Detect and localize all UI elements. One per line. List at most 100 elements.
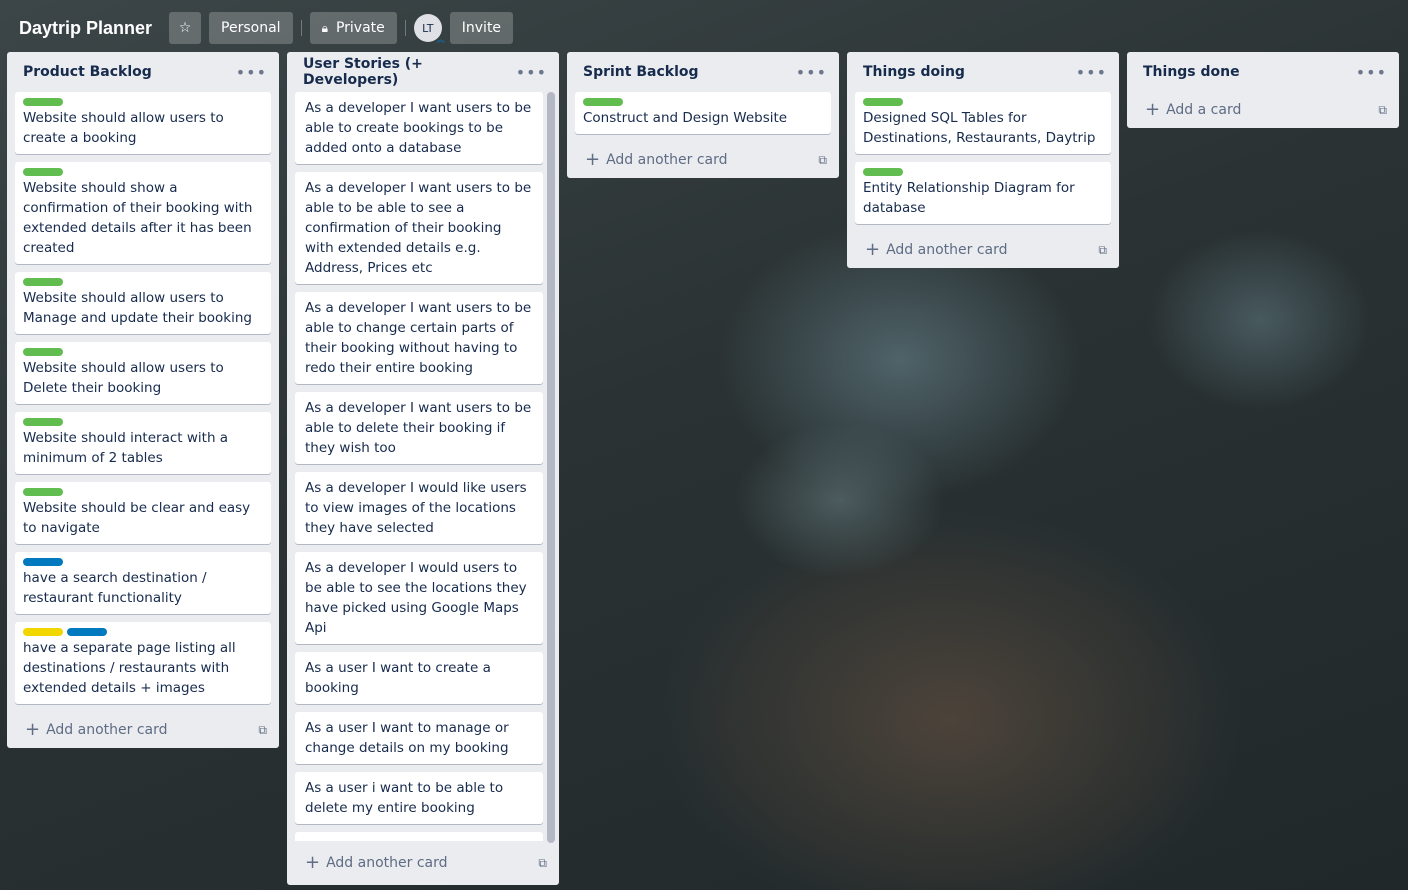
avatar-initials: LT xyxy=(422,21,434,35)
card-template-icon[interactable]: ⧉ xyxy=(818,153,827,168)
add-card-row: + Add another card ⧉ xyxy=(567,142,839,178)
card-labels xyxy=(863,98,1103,106)
card[interactable]: have a search destination / restaurant f… xyxy=(15,552,271,614)
add-card-row: + Add another card ⧉ xyxy=(847,232,1119,268)
card-label-blue[interactable] xyxy=(67,628,107,636)
list-menu-icon[interactable]: ••• xyxy=(1356,63,1387,82)
card-label-green[interactable] xyxy=(863,98,903,106)
add-card-label: Add a card xyxy=(1166,102,1242,118)
card[interactable]: As a user I want to create a booking xyxy=(295,652,543,704)
list: Sprint Backlog ••• Construct and Design We… xyxy=(567,52,839,178)
plus-icon: + xyxy=(305,852,321,873)
visibility-label: Private xyxy=(335,20,385,36)
member-avatar[interactable]: LT ︽ xyxy=(413,14,445,44)
card-template-icon[interactable]: ⧉ xyxy=(538,856,547,871)
add-card-label: Add another card xyxy=(326,855,448,871)
card[interactable]: As a user i want to be able to delete my… xyxy=(295,772,543,824)
card[interactable]: Website should allow users to create a b… xyxy=(15,92,271,154)
card[interactable]: Website should interact with a minimum o… xyxy=(15,412,271,474)
header-divider xyxy=(300,20,302,36)
card-template-icon[interactable]: ⧉ xyxy=(258,723,267,738)
card[interactable]: Website should show a confirmation of th… xyxy=(15,162,271,264)
card-title: As a developer I want users to be able t… xyxy=(305,100,532,156)
card-labels xyxy=(23,418,263,426)
list-scrollbar[interactable] xyxy=(547,92,555,843)
workspace-button[interactable]: Personal xyxy=(209,12,293,44)
card[interactable]: Website should allow users to Delete the… xyxy=(15,342,271,404)
card[interactable]: have a separate page listing all destina… xyxy=(15,622,271,704)
card-labels xyxy=(863,168,1103,176)
workspace-label: Personal xyxy=(221,20,281,36)
card-label-green[interactable] xyxy=(23,278,63,286)
add-card-row: + Add another card ⧉ xyxy=(7,712,279,748)
board-title[interactable]: Daytrip Planner xyxy=(19,18,152,39)
plus-icon: + xyxy=(585,149,601,170)
card[interactable]: As a user I want to manage or change det… xyxy=(295,712,543,764)
list: User Stories (+ Developers) ••• As a devel… xyxy=(287,52,559,885)
list-menu-icon[interactable]: ••• xyxy=(236,63,267,82)
card-label-green[interactable] xyxy=(23,488,63,496)
list-header: Things doing ••• xyxy=(847,52,1119,92)
invite-button[interactable]: Invite xyxy=(449,12,514,44)
card[interactable]: As a developer I want users to be able t… xyxy=(295,92,543,164)
card-label-green[interactable] xyxy=(23,168,63,176)
add-card-button[interactable]: + Add another card xyxy=(305,854,448,872)
card-label-blue[interactable] xyxy=(23,558,63,566)
card-labels xyxy=(23,488,263,496)
card[interactable]: As a developer I want users to be able t… xyxy=(295,172,543,284)
card[interactable]: Designed SQL Tables for Destinations, Re… xyxy=(855,92,1111,154)
add-card-button[interactable]: + Add another card xyxy=(585,151,728,169)
card-label-yellow[interactable] xyxy=(23,628,63,636)
card-title: Entity Relationship Diagram for database xyxy=(863,180,1075,216)
card-title: Website should be clear and easy to navi… xyxy=(23,500,251,536)
add-card-label: Add another card xyxy=(606,152,728,168)
list-menu-icon[interactable]: ••• xyxy=(516,63,547,82)
card[interactable]: Construct and Design Website xyxy=(575,92,831,134)
card[interactable]: As a developer I want users to be able t… xyxy=(295,292,543,384)
star-button[interactable]: ☆ xyxy=(169,12,202,44)
card-label-green[interactable] xyxy=(23,418,63,426)
card-label-green[interactable] xyxy=(863,168,903,176)
card-labels xyxy=(23,278,263,286)
card-title: As a developer I want users to be able t… xyxy=(305,300,532,376)
card-label-green[interactable] xyxy=(23,98,63,106)
add-card-button[interactable]: + Add another card xyxy=(25,721,168,739)
list-menu-icon[interactable]: ••• xyxy=(1076,63,1107,82)
card-title: Website should allow users to create a b… xyxy=(23,110,224,146)
add-card-button[interactable]: + Add a card xyxy=(1145,101,1241,119)
card[interactable]: Entity Relationship Diagram for database xyxy=(855,162,1111,224)
list-title[interactable]: User Stories (+ Developers) xyxy=(303,56,516,88)
list-menu-icon[interactable]: ••• xyxy=(796,63,827,82)
list-title[interactable]: Product Backlog xyxy=(23,64,152,80)
plus-icon: + xyxy=(1145,99,1161,120)
star-icon: ☆ xyxy=(178,20,192,36)
list-header: Sprint Backlog ••• xyxy=(567,52,839,92)
card-list: Construct and Design Website xyxy=(567,92,839,134)
card[interactable]: As a developer I would users to be able … xyxy=(295,552,543,644)
admin-chevron-icon: ︽ xyxy=(436,35,445,44)
card-title: As a developer I would like users to vie… xyxy=(305,480,527,536)
card-list: As a developer I want users to be able t… xyxy=(287,92,559,841)
card[interactable]: Website should allow users to Manage and… xyxy=(15,272,271,334)
card-template-icon[interactable]: ⧉ xyxy=(1378,103,1387,118)
visibility-button[interactable]: 🔒︎ Private xyxy=(309,12,397,44)
card-template-icon[interactable]: ⧉ xyxy=(1098,243,1107,258)
card-title: As a user i want to be able to delete my… xyxy=(305,780,504,816)
card-list: Website should allow users to create a b… xyxy=(7,92,279,704)
card[interactable]: Website should be clear and easy to navi… xyxy=(15,482,271,544)
card-label-green[interactable] xyxy=(23,348,63,356)
card[interactable]: As a developer I would like users to vie… xyxy=(295,472,543,544)
add-card-row: + Add a card ⧉ xyxy=(1127,92,1399,128)
card-title: Website should show a confirmation of th… xyxy=(23,180,253,256)
add-card-button[interactable]: + Add another card xyxy=(865,241,1008,259)
scrollbar-thumb[interactable] xyxy=(547,92,555,843)
list-title[interactable]: Things done xyxy=(1143,64,1240,80)
list: Things done ••• + Add a card ⧉ xyxy=(1127,52,1399,128)
list-title[interactable]: Things doing xyxy=(863,64,965,80)
card[interactable]: As a user I want to be able to view a li… xyxy=(295,832,543,841)
card[interactable]: As a developer I want users to be able t… xyxy=(295,392,543,464)
invite-label: Invite xyxy=(461,20,502,36)
list-title[interactable]: Sprint Backlog xyxy=(583,64,699,80)
card-labels xyxy=(23,628,263,636)
card-label-green[interactable] xyxy=(583,98,623,106)
